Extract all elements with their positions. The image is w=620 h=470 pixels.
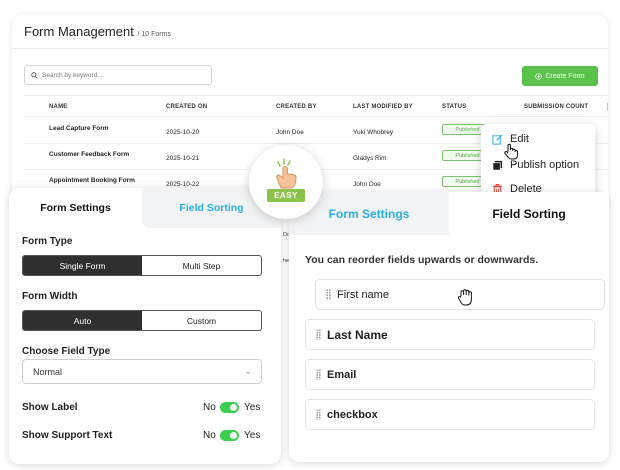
menu-item-publish-option[interactable]: Publish option: [491, 159, 579, 171]
plus-circle-icon: [535, 72, 542, 80]
form-type-multi-step[interactable]: Multi Step: [142, 256, 261, 275]
form-width-toggle: Auto Custom: [22, 310, 262, 331]
grab-hand-icon: [458, 289, 472, 306]
chevron-down-icon: ⌄: [244, 366, 252, 376]
tab-form-settings[interactable]: Form Settings: [9, 188, 142, 228]
field-sorting-panel: Form Settings Field Sorting You can reor…: [289, 192, 609, 462]
show-label-row: Show Label No Yes: [22, 402, 261, 413]
thumbs-up-hand-icon: [276, 158, 297, 189]
edit-icon: [491, 134, 503, 145]
form-count: / 10 Forms: [137, 31, 171, 38]
column-header-created-on[interactable]: CREATED ON: [166, 104, 207, 110]
form-width-auto[interactable]: Auto: [23, 311, 142, 330]
form-width-label: Form Width: [22, 291, 78, 302]
column-header-created-by[interactable]: CREATED BY: [276, 104, 317, 110]
search-placeholder: Search by keyword...: [42, 71, 103, 79]
sorting-description: You can reorder fields upwards or downwa…: [305, 254, 539, 266]
search-input[interactable]: Search by keyword...: [24, 65, 212, 85]
form-width-custom[interactable]: Custom: [142, 311, 261, 330]
drag-handle-icon[interactable]: [326, 289, 331, 300]
field-type-select[interactable]: Normal ⌄: [22, 359, 262, 384]
page-title: Form Management / 10 Forms: [24, 24, 171, 39]
easy-badge: EASY: [249, 145, 323, 219]
table-header: NAME CREATED ON CREATED BY LAST MODIFIED…: [24, 95, 608, 117]
easy-label: EASY: [267, 189, 305, 202]
sortable-field-last-name[interactable]: Last Name: [305, 319, 595, 350]
show-support-text-switch[interactable]: [220, 430, 239, 441]
drag-handle-icon[interactable]: [316, 409, 321, 420]
form-type-label: Form Type: [22, 236, 73, 247]
sortable-field-email[interactable]: Email: [305, 359, 595, 390]
drag-handle-icon[interactable]: [316, 369, 321, 380]
tab-field-sorting[interactable]: Field Sorting: [449, 192, 609, 235]
column-header-status[interactable]: STATUS: [442, 104, 466, 110]
show-label-switch[interactable]: [220, 402, 239, 413]
column-header-last-modified-by[interactable]: LAST MODIFIED BY: [353, 104, 413, 110]
divider: [12, 48, 608, 49]
column-header-submission-count[interactable]: SUBMISSION COUNT: [524, 104, 588, 110]
copy-icon: [491, 160, 503, 171]
form-type-toggle: Single Form Multi Step: [22, 255, 262, 276]
column-header-name[interactable]: NAME: [49, 104, 67, 110]
search-icon: [31, 71, 38, 79]
show-support-text-row: Show Support Text No Yes: [22, 430, 261, 441]
form-type-single[interactable]: Single Form: [23, 256, 142, 275]
drag-handle-icon[interactable]: [316, 329, 321, 340]
pointer-hand-icon: [504, 143, 518, 160]
columns-icon[interactable]: |||: [607, 102, 608, 111]
sortable-field-checkbox[interactable]: checkbox: [305, 399, 595, 430]
create-form-button[interactable]: Create Form: [522, 66, 598, 86]
form-settings-panel: Form Settings Field Sorting Form Type Si…: [9, 188, 281, 464]
field-type-label: Choose Field Type: [22, 346, 111, 357]
